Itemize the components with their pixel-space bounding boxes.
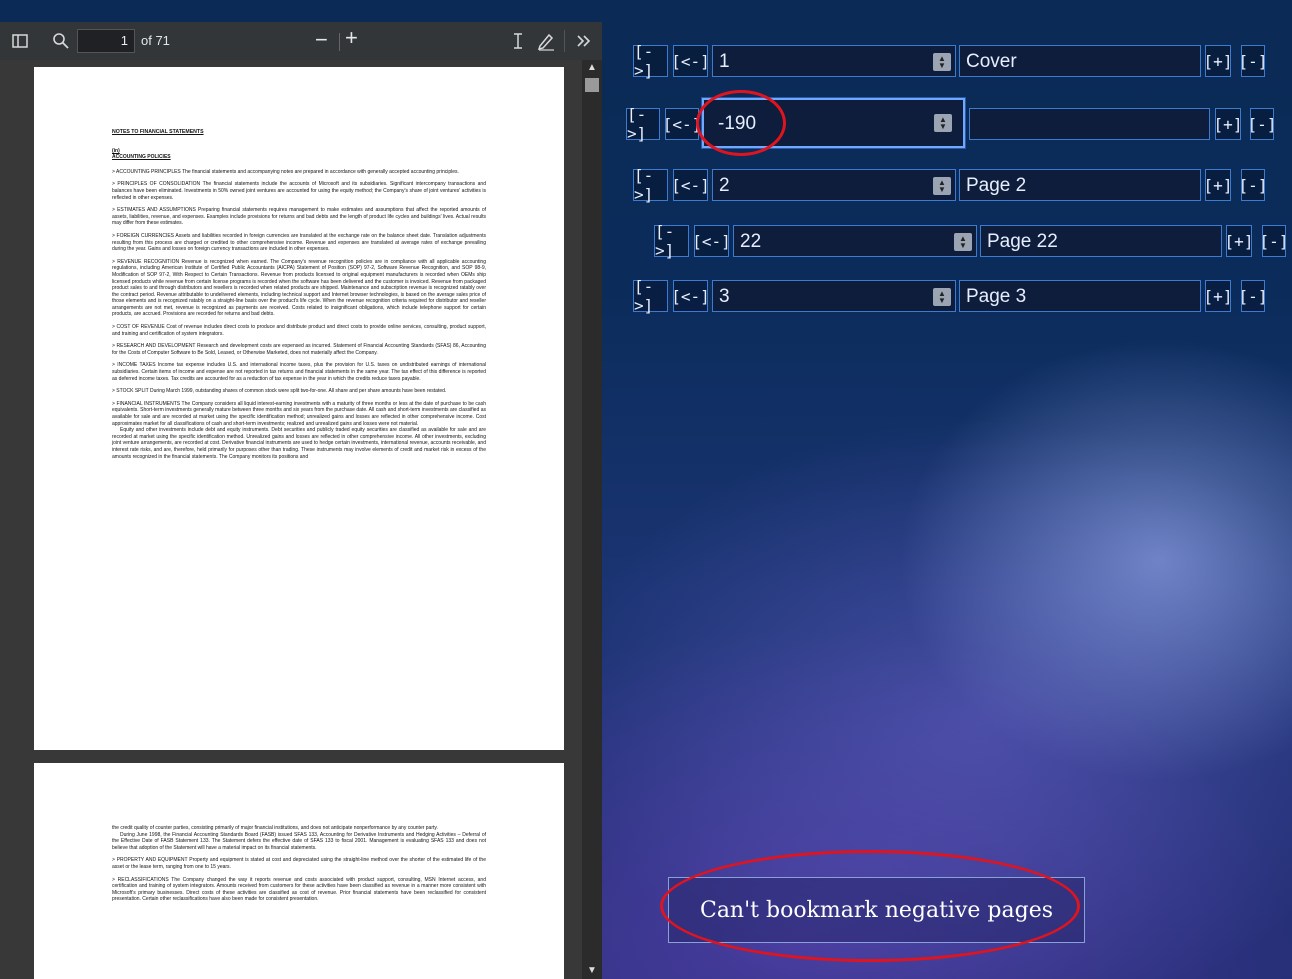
doc-paragraph: > STOCK SPLIT During March 1999, outstan… [112, 388, 447, 395]
scroll-thumb[interactable] [585, 78, 599, 92]
set-current-page-button[interactable]: [<-] [671, 280, 710, 312]
doc-paragraph: > RECLASSIFICATIONS The Company changed … [112, 876, 486, 903]
remove-bookmark-button[interactable]: [-] [1248, 108, 1276, 140]
page-number-field[interactable]: 22 ▲ ▼ [733, 225, 977, 257]
doc-paragraph: > COST OF REVENUE Cost of revenue includ… [112, 324, 486, 337]
pdf-page-1: NOTES TO FINANCIAL STATEMENTS (in) ACCOU… [34, 67, 564, 750]
toolbar-divider [564, 30, 565, 52]
page-heading: NOTES TO FINANCIAL STATEMENTS [112, 129, 204, 135]
add-bookmark-button[interactable]: [+] [1204, 45, 1232, 77]
bookmark-row-focused: [->] [<-] -190 ▲ ▼ [+] [-] [626, 98, 1276, 148]
bookmark-row: [->] [<-] 2 ▲ ▼ Page 2 [+] [-] [633, 166, 1267, 204]
set-current-page-button[interactable]: [<-] [671, 45, 710, 77]
add-bookmark-button[interactable]: [+] [1204, 169, 1232, 201]
remove-bookmark-button[interactable]: [-] [1239, 45, 1267, 77]
goto-page-button[interactable]: [->] [633, 42, 668, 80]
set-current-page-button[interactable]: [<-] [671, 169, 710, 201]
double-chevron-right-icon[interactable] [574, 31, 594, 51]
doc-paragraph: > RESEARCH AND DEVELOPMENT Research and … [112, 343, 486, 356]
doc-paragraph: Equity and other investments include deb… [112, 427, 486, 460]
page-number-value: 22 [740, 231, 762, 252]
doc-paragraph: > FINANCIAL INSTRUMENTS The Company cons… [112, 400, 486, 427]
page-total-label: of 71 [141, 33, 170, 48]
section-heading: ACCOUNTING POLICIES [112, 154, 171, 161]
set-current-page-button[interactable]: [<-] [692, 225, 731, 257]
zoom-in-button[interactable]: + [345, 25, 358, 51]
zoom-divider [339, 33, 340, 51]
doc-paragraph: > FOREIGN CURRENCIES Assets and liabilit… [112, 232, 486, 253]
add-bookmark-button[interactable]: [+] [1204, 280, 1232, 312]
scroll-up-icon[interactable]: ▲ [586, 62, 598, 74]
spinner-icon[interactable]: ▲ ▼ [933, 288, 951, 306]
spinner-icon[interactable]: ▲ ▼ [954, 233, 972, 251]
remove-bookmark-button[interactable]: [-] [1239, 280, 1267, 312]
pdf-viewer: 1 of 71 − + NOTES TO FINANCIAL STATEMENT… [0, 22, 602, 979]
add-bookmark-button[interactable]: [+] [1214, 108, 1242, 140]
page-number-value: 3 [719, 286, 730, 307]
page-number-value: -190 [718, 113, 757, 134]
bookmark-row: [->] [<-] 3 ▲ ▼ Page 3 [+] [-] [633, 277, 1267, 315]
scroll-down-icon[interactable]: ▼ [586, 965, 598, 977]
bookmark-row: [->] [<-] 22 ▲ ▼ Page 22 [+] [-] [654, 222, 1288, 260]
doc-paragraph: During June 1998, the Financial Accounti… [112, 831, 486, 851]
bookmark-title-field[interactable] [969, 108, 1210, 140]
remove-bookmark-button[interactable]: [-] [1260, 225, 1288, 257]
add-bookmark-button[interactable]: [+] [1225, 225, 1253, 257]
error-toast: Can't bookmark negative pages [668, 877, 1085, 943]
doc-paragraph: > ACCOUNTING PRINCIPLES The financial st… [112, 168, 459, 175]
page-number-field[interactable]: -190 ▲ ▼ [702, 98, 965, 148]
page-number-field[interactable]: 3 ▲ ▼ [712, 280, 956, 312]
bookmark-title-field[interactable]: Page 2 [959, 169, 1201, 201]
remove-bookmark-button[interactable]: [-] [1239, 169, 1267, 201]
doc-paragraph: > INCOME TAXES Income tax expense includ… [112, 362, 486, 382]
spinner-icon[interactable]: ▲ ▼ [933, 177, 951, 195]
doc-paragraph: > PROPERTY AND EQUIPMENT Property and eq… [112, 857, 486, 870]
text-select-icon[interactable] [508, 31, 528, 51]
goto-page-button[interactable]: [->] [633, 277, 668, 315]
doc-paragraph: the credit quality of counter parties, c… [112, 825, 438, 831]
page-number-value: 2 [719, 175, 730, 196]
doc-paragraph: > REVENUE RECOGNITION Revenue is recogni… [112, 258, 486, 318]
draw-pen-icon[interactable] [536, 31, 556, 51]
bookmark-title-field[interactable]: Page 3 [959, 280, 1201, 312]
doc-paragraph: > PRINCIPLES OF CONSOLIDATION The financ… [112, 181, 486, 201]
zoom-out-button[interactable]: − [315, 27, 328, 53]
doc-paragraph: > ESTIMATES AND ASSUMPTIONS Preparing fi… [112, 207, 486, 227]
page-number-field[interactable]: 2 ▲ ▼ [712, 169, 956, 201]
sidebar-toggle-icon[interactable] [10, 31, 30, 51]
goto-page-button[interactable]: [->] [654, 222, 689, 260]
section-number: (in) [112, 147, 120, 154]
page-number-field[interactable]: 1 ▲ ▼ [712, 45, 956, 77]
page-number-value: 1 [719, 51, 730, 72]
pdf-scroll-area[interactable]: NOTES TO FINANCIAL STATEMENTS (in) ACCOU… [0, 60, 602, 979]
set-current-page-button[interactable]: [<-] [663, 108, 701, 140]
pdf-scrollbar[interactable]: ▲ ▼ [582, 60, 602, 979]
search-icon[interactable] [51, 31, 71, 51]
goto-page-button[interactable]: [->] [626, 105, 660, 143]
page-number-input[interactable]: 1 [77, 29, 135, 53]
pdf-page-2: the credit quality of counter parties, c… [34, 763, 564, 979]
spinner-icon[interactable]: ▲ ▼ [933, 53, 951, 71]
spinner-icon[interactable]: ▲ ▼ [934, 114, 952, 132]
bookmark-row: [->] [<-] 1 ▲ ▼ Cover [+] [-] [633, 42, 1267, 80]
bookmark-title-field[interactable]: Page 22 [980, 225, 1222, 257]
goto-page-button[interactable]: [->] [633, 166, 668, 204]
pdf-toolbar: 1 of 71 − + [0, 22, 602, 60]
bookmark-title-field[interactable]: Cover [959, 45, 1201, 77]
